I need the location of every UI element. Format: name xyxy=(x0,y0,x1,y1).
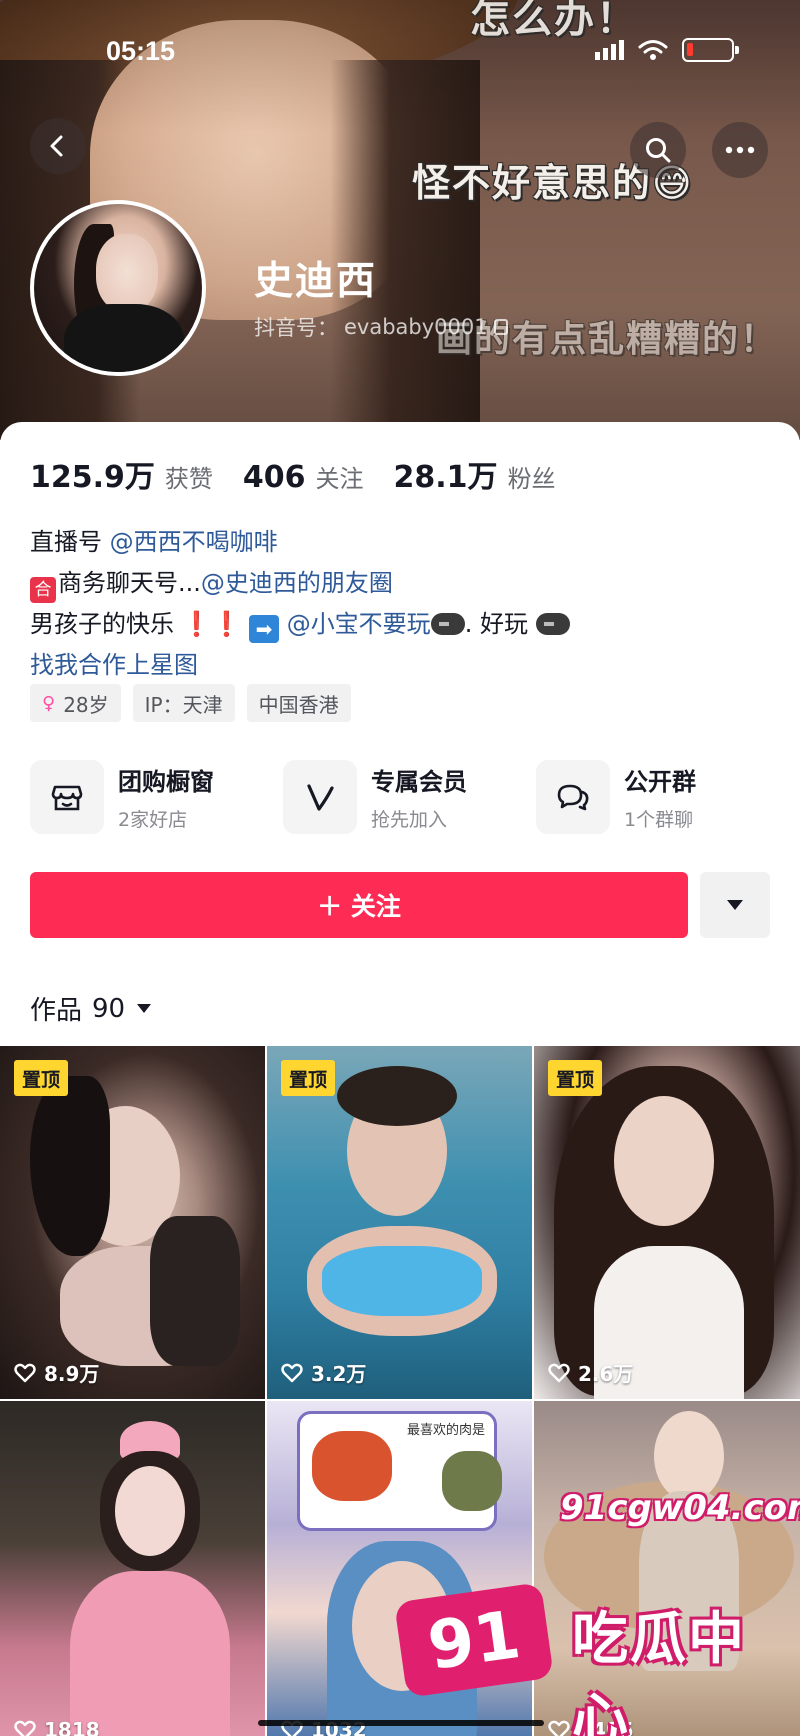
follow-dropdown-button[interactable] xyxy=(700,872,770,938)
service-group-buy[interactable]: 团购橱窗 2家好店 xyxy=(30,760,283,834)
copy-icon[interactable] xyxy=(493,319,508,335)
stat-following[interactable]: 406 关注 xyxy=(243,459,364,495)
arrow-right-icon: ➡ xyxy=(249,615,280,643)
cellular-signal-icon xyxy=(595,40,624,60)
search-icon xyxy=(646,138,671,163)
service-vip[interactable]: 专属会员 抢先加入 xyxy=(283,760,536,834)
watermark-url: 91cgw04.com xyxy=(560,1488,800,1528)
pinned-badge: 置顶 xyxy=(14,1060,69,1096)
bio: 直播号 @西西不喝咖啡 合商务聊天号...@史迪西的朋友圈 男孩子的快乐 ❗❗ … xyxy=(30,522,570,686)
video-tile[interactable]: 置顶 2.6万 xyxy=(534,1046,800,1399)
video-tile[interactable]: 置顶 8.9万 xyxy=(0,1046,265,1399)
status-time: 05:15 xyxy=(106,36,176,66)
douyin-id[interactable]: 抖音号： evababy0001 xyxy=(254,312,508,342)
bio-link-xiaobao[interactable]: @小宝不要玩 xyxy=(287,610,431,638)
heart-icon xyxy=(14,1720,36,1736)
watermark-text: 吃瓜中心 xyxy=(572,1607,746,1736)
stat-likes[interactable]: 125.9万 获赞 xyxy=(30,452,213,496)
heart-icon xyxy=(14,1363,36,1382)
store-icon xyxy=(51,785,83,811)
like-count: 8.9万 xyxy=(14,1358,99,1387)
bio-line-3: 男孩子的快乐 ❗❗ ➡ @小宝不要玩. 好玩 xyxy=(30,604,570,645)
heart-icon xyxy=(281,1363,303,1382)
like-count: 3.2万 xyxy=(281,1358,366,1387)
bio-line-4: 找我合作上星图 xyxy=(30,645,570,686)
more-dots-icon xyxy=(725,146,755,154)
douyin-id-label: 抖音号： xyxy=(254,316,338,340)
douyin-id-value: evababy0001 xyxy=(344,315,488,339)
heart-icon xyxy=(548,1720,570,1736)
tag-age: ♀ 28岁 xyxy=(30,684,121,722)
vip-icon xyxy=(307,784,334,811)
heart-icon xyxy=(548,1363,570,1382)
caret-down-icon xyxy=(137,1004,152,1013)
like-count: 1818 xyxy=(14,1718,100,1736)
tab-works[interactable]: 作品 90 xyxy=(30,990,152,1027)
video-tile[interactable]: 1818 xyxy=(0,1401,265,1736)
pinned-badge: 置顶 xyxy=(281,1060,336,1096)
gamepad-icon xyxy=(535,613,570,635)
profile-card: 125.9万 获赞 406 关注 28.1万 粉丝 直播号 @西西不喝咖啡 合商… xyxy=(0,422,800,1736)
overlay-caption: 最喜欢的肉是 xyxy=(407,1423,486,1438)
battery-icon xyxy=(682,38,739,62)
chevron-left-icon xyxy=(50,135,63,157)
caret-down-icon xyxy=(727,900,743,910)
tag-ip: IP：天津 xyxy=(132,684,235,722)
like-count: 2.6万 xyxy=(548,1358,633,1387)
wifi-icon xyxy=(638,40,668,60)
profile-name: 史迪西 xyxy=(254,259,378,304)
follow-button[interactable]: ＋ 关注 xyxy=(30,872,688,938)
bio-link-live[interactable]: @西西不喝咖啡 xyxy=(110,528,278,556)
exclamation-icon: ❗❗ xyxy=(181,610,242,638)
female-icon: ♀ xyxy=(42,692,56,714)
more-options-button[interactable] xyxy=(712,122,768,178)
back-button[interactable] xyxy=(30,118,86,174)
bio-link-xingtu[interactable]: 找我合作上星图 xyxy=(30,651,198,679)
gamepad-icon xyxy=(430,613,465,635)
service-group-chat[interactable]: 公开群 1个群聊 xyxy=(536,760,789,834)
status-icons xyxy=(595,38,739,62)
stat-followers[interactable]: 28.1万 粉丝 xyxy=(394,452,556,496)
bio-link-friends[interactable]: @史迪西的朋友圈 xyxy=(201,569,393,597)
profile-stats: 125.9万 获赞 406 关注 28.1万 粉丝 xyxy=(30,452,556,496)
service-entries: 团购橱窗 2家好店 专属会员 抢先加入 公开群 1个群聊 xyxy=(30,760,789,834)
profile-tags: ♀ 28岁 IP：天津 中国香港 xyxy=(30,684,351,722)
video-tile[interactable]: 置顶 3.2万 xyxy=(267,1046,532,1399)
bio-line-1: 直播号 @西西不喝咖啡 xyxy=(30,528,278,556)
watermark-logo: 91 xyxy=(394,1582,554,1698)
avatar[interactable] xyxy=(30,200,206,376)
bio-line-2: 合商务聊天号...@史迪西的朋友圈 xyxy=(30,563,570,604)
home-indicator[interactable] xyxy=(258,1720,544,1726)
pinned-badge: 置顶 xyxy=(548,1060,603,1096)
group-chat-icon xyxy=(557,784,589,811)
tag-region: 中国香港 xyxy=(246,684,351,722)
he-badge-icon: 合 xyxy=(30,577,56,603)
search-button[interactable] xyxy=(630,122,686,178)
